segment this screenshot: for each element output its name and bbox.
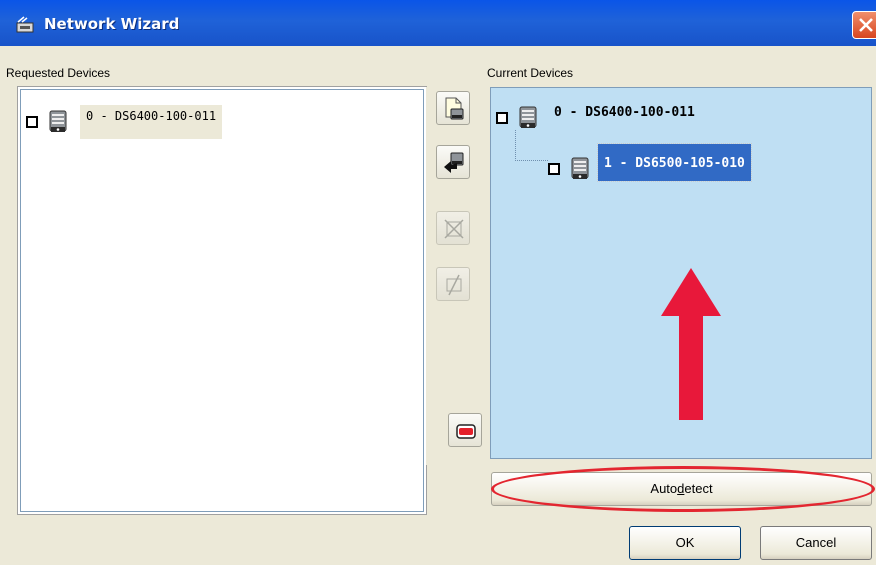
device-icon [49,110,67,132]
window-title: Network Wizard [44,15,180,33]
current-device-checkbox-0[interactable] [496,112,508,124]
move-left-icon [444,152,464,173]
autodetect-label-part: Auto [650,481,678,496]
disable-device-button[interactable] [436,267,470,301]
title-bar: Network Wizard [0,0,876,46]
network-wizard-icon [16,16,34,33]
ok-button[interactable]: OK [629,526,741,560]
requested-device-item[interactable]: 0 - DS6400-100-011 [26,105,223,139]
copy-device-icon [445,97,464,120]
disable-device-icon [446,274,462,296]
cancel-button[interactable]: Cancel [760,526,872,560]
autodetect-button[interactable]: Autodetect [491,472,872,506]
requested-device-label: 0 - DS6400-100-011 [80,105,223,139]
device-icon [519,106,537,128]
device-icon [571,157,589,179]
remove-device-icon [444,219,464,239]
annotation-arrow [661,268,721,420]
move-left-button[interactable] [436,145,470,179]
close-icon [859,18,873,32]
autodetect-label-rest: etect [684,481,713,496]
current-device-item-1[interactable]: 1 - DS6500-105-010 [548,142,752,182]
current-devices-tree[interactable]: 0 - DS6400-100-011 1 - DS6500-105-010 [490,87,872,459]
current-devices-label: Current Devices [487,66,574,80]
current-device-label-0: 0 - DS6400-100-011 [554,104,695,120]
requested-devices-label: Requested Devices [6,66,111,80]
device-status-button[interactable] [448,413,482,447]
remove-device-button[interactable] [436,211,470,245]
toolbar-column [426,87,484,465]
copy-device-button[interactable] [436,91,470,125]
current-device-item-0[interactable]: 0 - DS6400-100-011 [496,104,695,130]
current-device-checkbox-1[interactable] [548,163,560,175]
close-button[interactable] [852,11,876,39]
tree-connector [515,130,548,161]
device-status-icon [456,424,476,439]
current-device-label-1: 1 - DS6500-105-010 [597,142,752,182]
requested-device-checkbox[interactable] [26,116,38,128]
requested-devices-list[interactable]: 0 - DS6400-100-011 [17,86,427,515]
